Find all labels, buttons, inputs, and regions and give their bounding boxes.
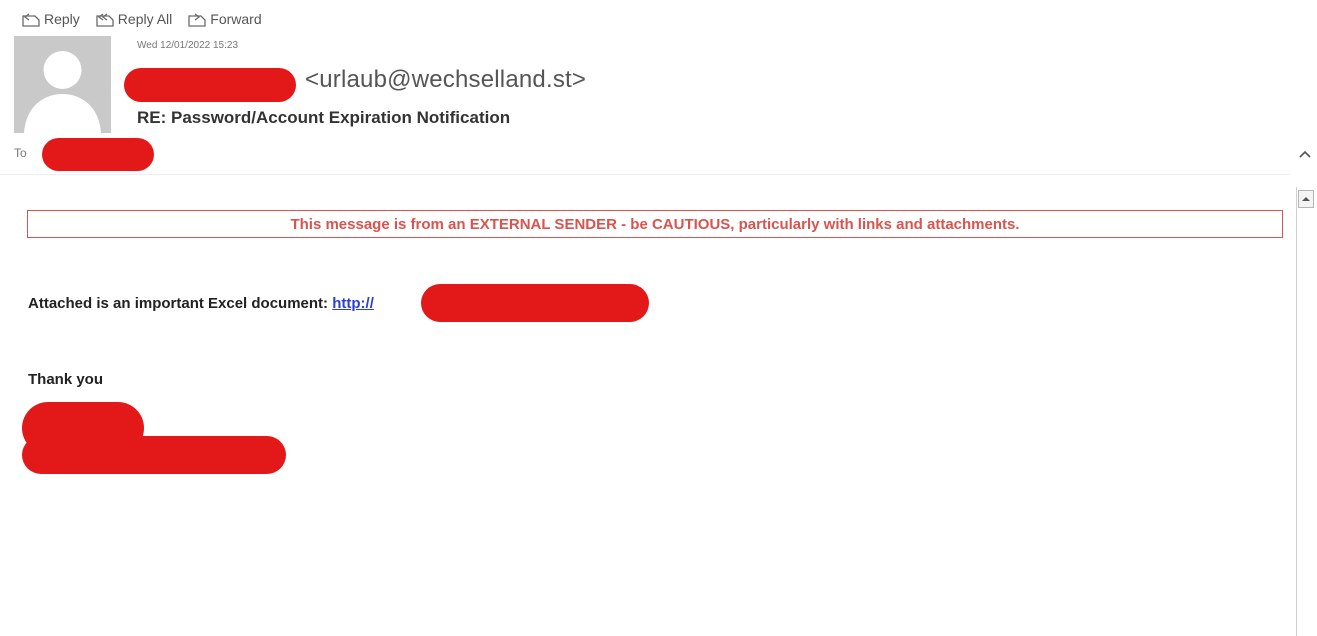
collapse-header-button[interactable] [1296, 146, 1314, 164]
redacted-recipient [42, 138, 154, 171]
reply-all-icon [96, 13, 114, 27]
redacted-signature-part-2 [22, 436, 286, 474]
scroll-up-arrow-icon [1302, 197, 1310, 201]
to-label: To [14, 146, 27, 160]
message-subject: RE: Password/Account Expiration Notifica… [137, 108, 511, 127]
message-timestamp: Wed 12/01/2022 15:23 [137, 40, 239, 51]
forward-label: Forward [210, 11, 262, 27]
header-divider [0, 174, 1290, 175]
warning-text: This message is from an EXTERNAL SENDER … [290, 215, 1020, 233]
person-placeholder-icon [24, 51, 101, 133]
reply-button[interactable]: Reply [20, 10, 80, 28]
body-attachment-line: Attached is an important Excel document:… [28, 295, 374, 312]
forward-icon [188, 13, 206, 27]
message-toolbar: Reply Reply All Forward [20, 8, 276, 30]
body-text: Attached is an important Excel document: [28, 295, 333, 312]
sender-avatar [14, 36, 111, 133]
attachment-link[interactable]: http:// [332, 295, 374, 312]
reply-label: Reply [44, 11, 80, 27]
redacted-sender-name [124, 68, 296, 102]
redacted-link [421, 284, 649, 322]
external-sender-warning: This message is from an EXTERNAL SENDER … [27, 210, 1283, 238]
reply-all-label: Reply All [117, 11, 173, 27]
reply-all-button[interactable]: Reply All [94, 10, 172, 28]
sender-email: <urlaub@wechselland.st> [305, 66, 587, 93]
forward-button[interactable]: Forward [186, 10, 262, 28]
scroll-up-button[interactable] [1298, 190, 1314, 208]
closing-text: Thank you [28, 371, 104, 388]
reply-icon [22, 13, 40, 27]
chevron-up-icon [1299, 150, 1311, 158]
message-scrollbar[interactable] [1296, 187, 1315, 636]
